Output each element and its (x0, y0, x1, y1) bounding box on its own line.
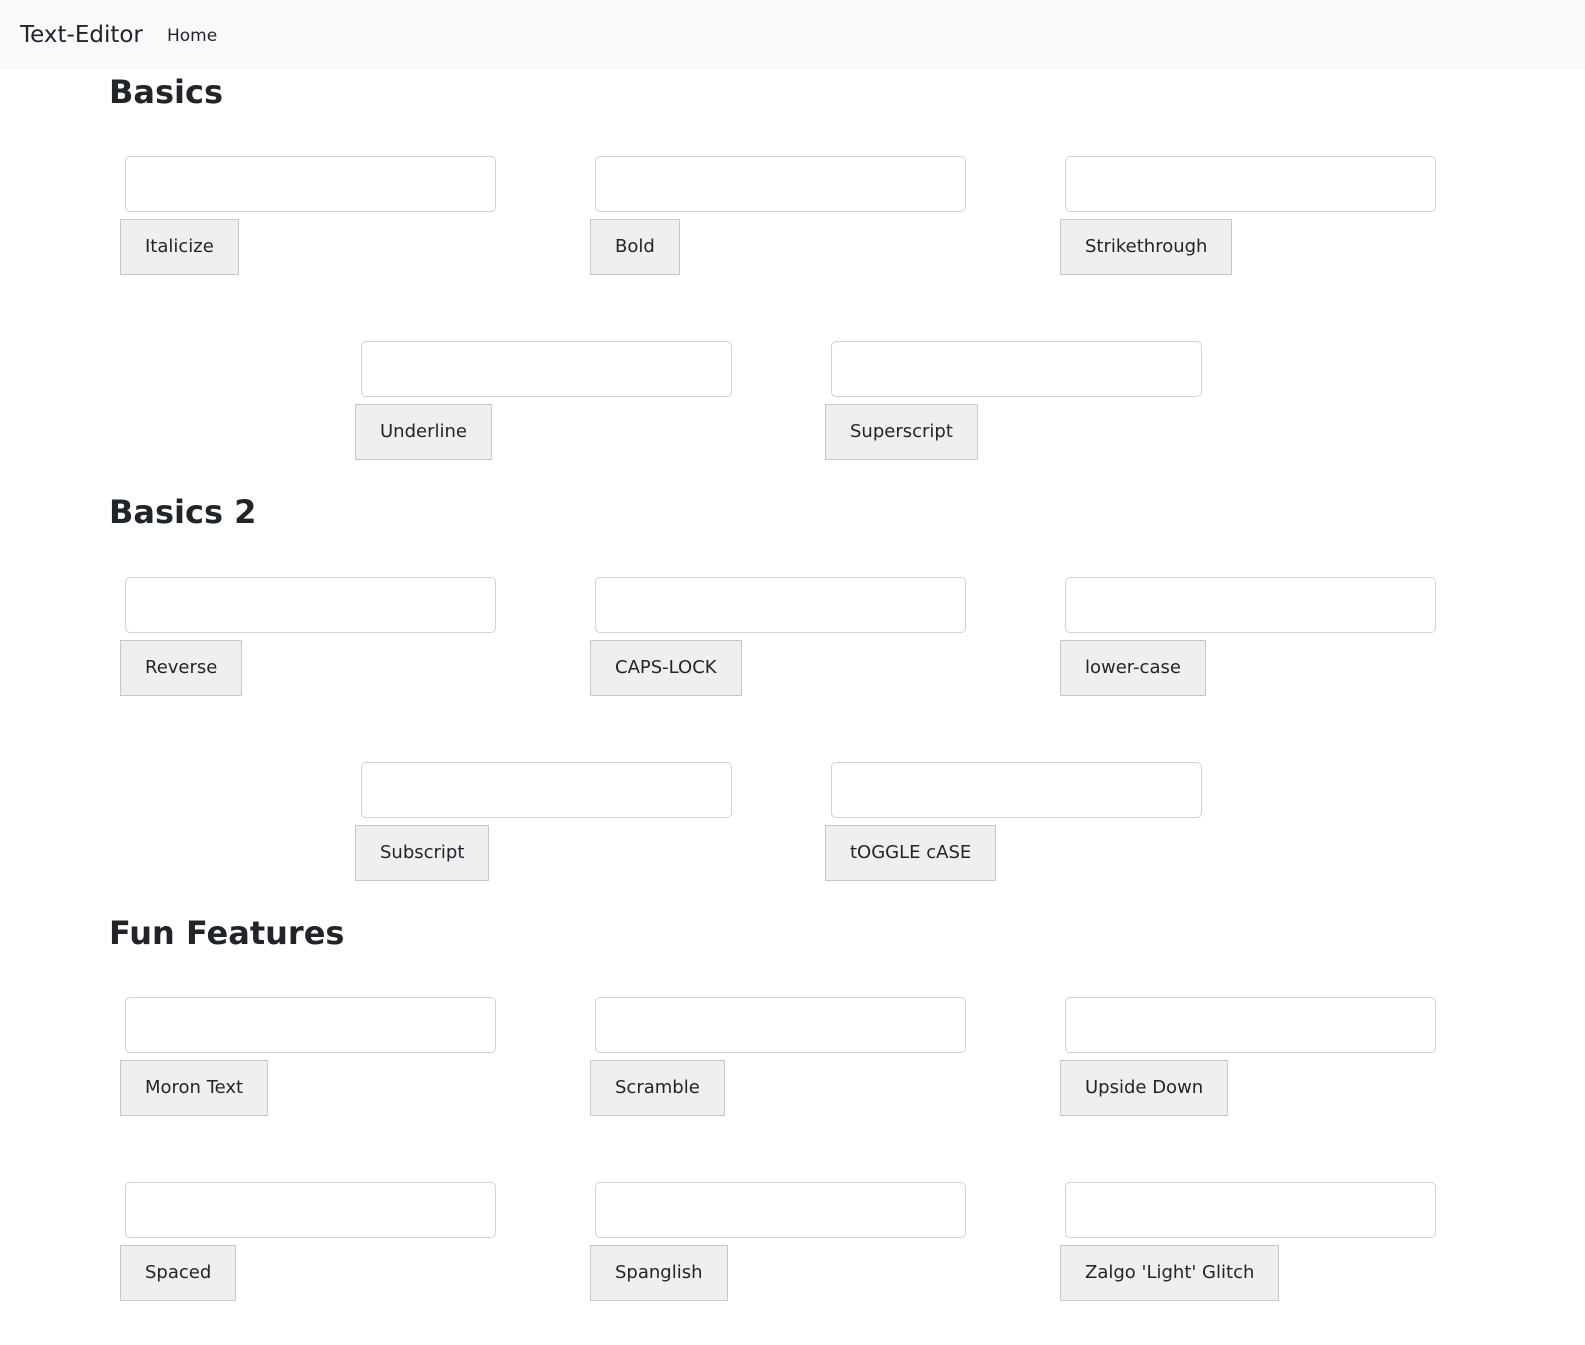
nav-link-home[interactable]: Home (167, 24, 217, 48)
superscript-button[interactable]: Superscript (825, 404, 978, 460)
spanglish-input[interactable] (595, 1182, 966, 1238)
upside-down-input[interactable] (1065, 997, 1436, 1053)
spanglish-button[interactable]: Spanglish (590, 1245, 728, 1301)
upside-down-button[interactable]: Upside Down (1060, 1060, 1229, 1116)
toggle-case-button[interactable]: tOGGLE cASE (825, 825, 997, 881)
navbar: Text-Editor Home (0, 0, 1585, 70)
moron-text-input[interactable] (125, 997, 496, 1053)
italicize-button[interactable]: Italicize (120, 219, 239, 275)
subscript-input[interactable] (361, 762, 732, 818)
bold-button[interactable]: Bold (590, 219, 680, 275)
lower-case-input[interactable] (1065, 577, 1436, 633)
strikethrough-button[interactable]: Strikethrough (1060, 219, 1233, 275)
zalgo-light-glitch-input[interactable] (1065, 1182, 1436, 1238)
underline-button[interactable]: Underline (355, 404, 492, 460)
spaced-button[interactable]: Spaced (120, 1245, 237, 1301)
scramble-input[interactable] (595, 997, 966, 1053)
section-title-basics: Basics (109, 73, 224, 111)
spaced-input[interactable] (125, 1182, 496, 1238)
reverse-input[interactable] (125, 577, 496, 633)
caps-lock-button[interactable]: CAPS-LOCK (590, 640, 742, 696)
italicize-input[interactable] (125, 156, 496, 212)
section-title-fun-features: Fun Features (109, 914, 345, 952)
navbar-brand[interactable]: Text-Editor (20, 20, 143, 50)
caps-lock-input[interactable] (595, 577, 966, 633)
zalgo-light-glitch-button[interactable]: Zalgo 'Light' Glitch (1060, 1245, 1280, 1301)
bold-input[interactable] (595, 156, 966, 212)
strikethrough-input[interactable] (1065, 156, 1436, 212)
toggle-case-input[interactable] (831, 762, 1202, 818)
underline-input[interactable] (361, 341, 732, 397)
scramble-button[interactable]: Scramble (590, 1060, 725, 1116)
section-title-basics-2: Basics 2 (109, 493, 257, 531)
lower-case-button[interactable]: lower-case (1060, 640, 1206, 696)
subscript-button[interactable]: Subscript (355, 825, 490, 881)
superscript-input[interactable] (831, 341, 1202, 397)
reverse-button[interactable]: Reverse (120, 640, 243, 696)
moron-text-button[interactable]: Moron Text (120, 1060, 269, 1116)
